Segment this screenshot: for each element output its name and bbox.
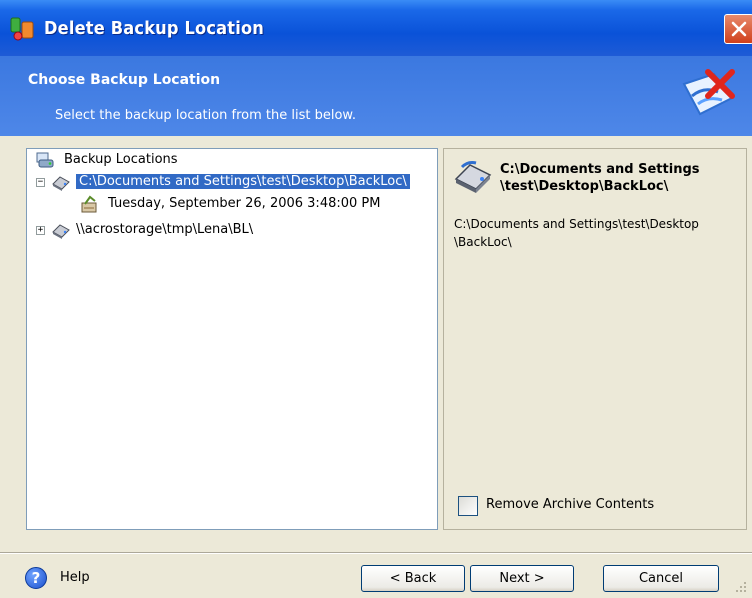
close-icon <box>731 21 747 37</box>
remove-archive-contents-label[interactable]: Remove Archive Contents <box>486 497 654 512</box>
minus-icon: − <box>37 177 44 187</box>
question-mark-glyph: ? <box>31 569 41 587</box>
tree-item-label: \\acrostorage\tmp\Lena\BL\ <box>76 222 254 237</box>
title-bar[interactable]: Delete Backup Location <box>0 0 752 56</box>
app-icon <box>10 17 34 41</box>
location-path-line: C:\Documents and Settings\test\Desktop <box>454 217 699 231</box>
tree-item-network-location[interactable]: + \\acrostorage\tmp\Lena\BL\ <box>35 221 335 241</box>
location-path: C:\Documents and Settings\test\Desktop \… <box>454 215 742 251</box>
tree-root-label: Backup Locations <box>64 152 178 167</box>
backup-locations-tree[interactable]: Backup Locations − C:\Documents and Sett… <box>26 148 438 530</box>
tree-root[interactable]: Backup Locations <box>35 151 335 171</box>
remove-archive-contents-checkbox[interactable] <box>458 496 478 516</box>
resize-grip-icon[interactable] <box>734 580 748 594</box>
tree-item-label: C:\Documents and Settings\test\Desktop\B… <box>76 174 410 189</box>
back-button[interactable]: < Back <box>361 565 465 592</box>
help-icon[interactable]: ? <box>25 567 47 589</box>
window-title: Delete Backup Location <box>44 18 265 39</box>
tree-item-local-location[interactable]: − C:\Documents and Settings\test\Desktop… <box>35 173 435 193</box>
wizard-header: Choose Backup Location Select the backup… <box>0 56 752 136</box>
collapse-toggle[interactable]: − <box>36 178 45 187</box>
drive-icon <box>52 224 70 239</box>
archive-icon <box>81 195 97 213</box>
tree-item-label: Tuesday, September 26, 2006 3:48:00 PM <box>108 196 381 211</box>
delete-backup-wizard-icon <box>682 69 735 116</box>
help-link[interactable]: Help <box>60 570 90 585</box>
drive-icon <box>454 161 492 193</box>
close-button[interactable] <box>724 14 752 44</box>
location-heading-line: \test\Desktop\BackLoc\ <box>500 179 669 194</box>
header-subtitle: Select the backup location from the list… <box>55 108 356 123</box>
header-title: Choose Backup Location <box>28 72 221 88</box>
dialog-window: Delete Backup Location Choose Backup Loc… <box>0 0 752 598</box>
location-heading-line: C:\Documents and Settings <box>500 162 700 177</box>
wizard-body: Backup Locations − C:\Documents and Sett… <box>0 136 752 554</box>
cancel-button[interactable]: Cancel <box>603 565 719 592</box>
drive-icon <box>52 176 70 191</box>
expand-toggle[interactable]: + <box>36 226 45 235</box>
backup-locations-icon <box>36 152 54 168</box>
location-path-line: \BackLoc\ <box>454 235 512 249</box>
plus-icon: + <box>37 225 44 235</box>
location-details-panel: C:\Documents and Settings \test\Desktop\… <box>443 148 747 530</box>
next-button[interactable]: Next > <box>470 565 574 592</box>
footer-divider <box>0 552 752 554</box>
location-heading: C:\Documents and Settings \test\Desktop\… <box>500 161 740 195</box>
tree-item-archive[interactable]: Tuesday, September 26, 2006 3:48:00 PM <box>80 195 420 215</box>
